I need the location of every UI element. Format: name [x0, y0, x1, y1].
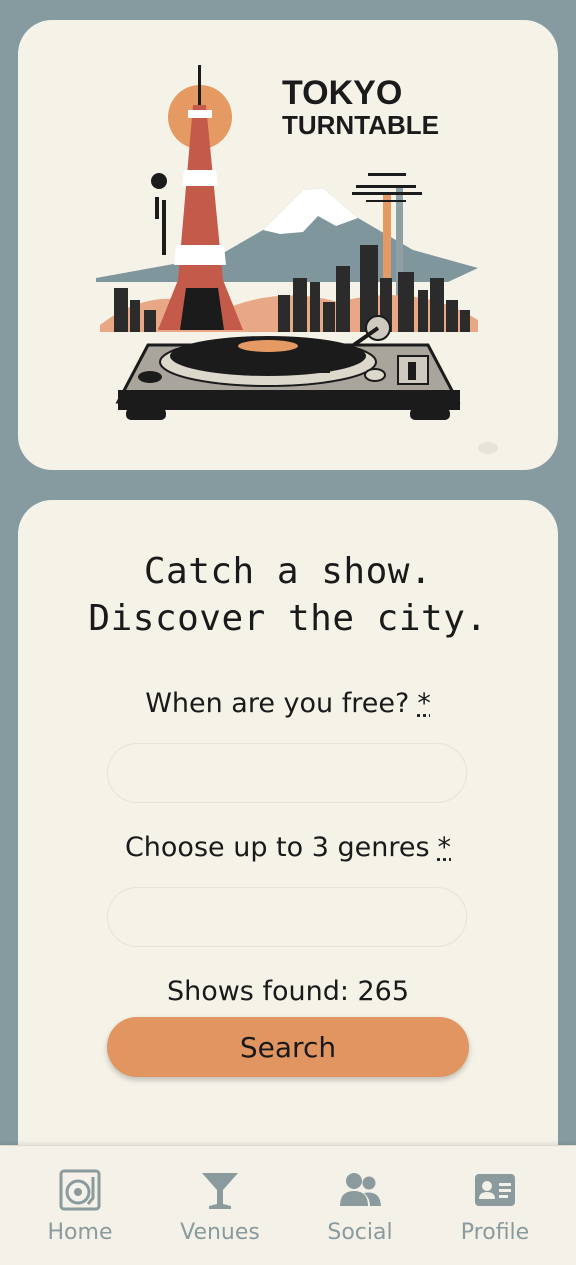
date-label-text: When are you free? — [145, 688, 410, 719]
cocktail-icon — [202, 1173, 238, 1209]
date-field-label: When are you free? * — [18, 688, 558, 719]
search-button[interactable]: Search — [107, 1017, 469, 1077]
genres-field-label: Choose up to 3 genres * — [18, 832, 558, 863]
shows-found-count: Shows found: 265 — [166, 976, 410, 1007]
nav-item-social[interactable]: Social — [300, 1146, 420, 1265]
tokyo-turntable-illustration: TOKYO TURNTABLE — [96, 65, 498, 454]
genres-label-text: Choose up to 3 genres — [124, 832, 430, 863]
headline-line2: Discover the city. — [88, 598, 488, 639]
search-form-card: Catch a show. Discover the city. When ar… — [18, 500, 558, 1180]
nav-item-profile[interactable]: Profile — [435, 1146, 555, 1265]
nav-label-home: Home — [47, 1220, 113, 1245]
headline-line1: Catch a show. — [143, 551, 433, 592]
nav-item-home[interactable]: Home — [20, 1146, 140, 1265]
nav-label-social: Social — [327, 1220, 393, 1245]
people-icon — [340, 1173, 381, 1206]
id-card-icon — [475, 1174, 515, 1206]
required-marker: * — [417, 688, 431, 719]
logo-line2: TURNTABLE — [282, 110, 439, 140]
search-button-label: Search — [239, 1030, 337, 1064]
nav-label-profile: Profile — [460, 1220, 530, 1245]
logo-line1: TOKYO — [282, 74, 402, 112]
nav-label-venues: Venues — [180, 1220, 260, 1245]
nav-item-venues[interactable]: Venues — [160, 1146, 280, 1265]
turntable-icon — [59, 1169, 101, 1211]
bottom-nav: Home Venues Social Profile — [0, 1145, 576, 1265]
date-input[interactable] — [107, 743, 467, 803]
required-marker: * — [437, 832, 452, 863]
hero-card: TOKYO TURNTABLE — [18, 20, 558, 470]
genres-input[interactable] — [107, 887, 467, 947]
page-headline: Catch a show. Discover the city. — [18, 548, 558, 642]
